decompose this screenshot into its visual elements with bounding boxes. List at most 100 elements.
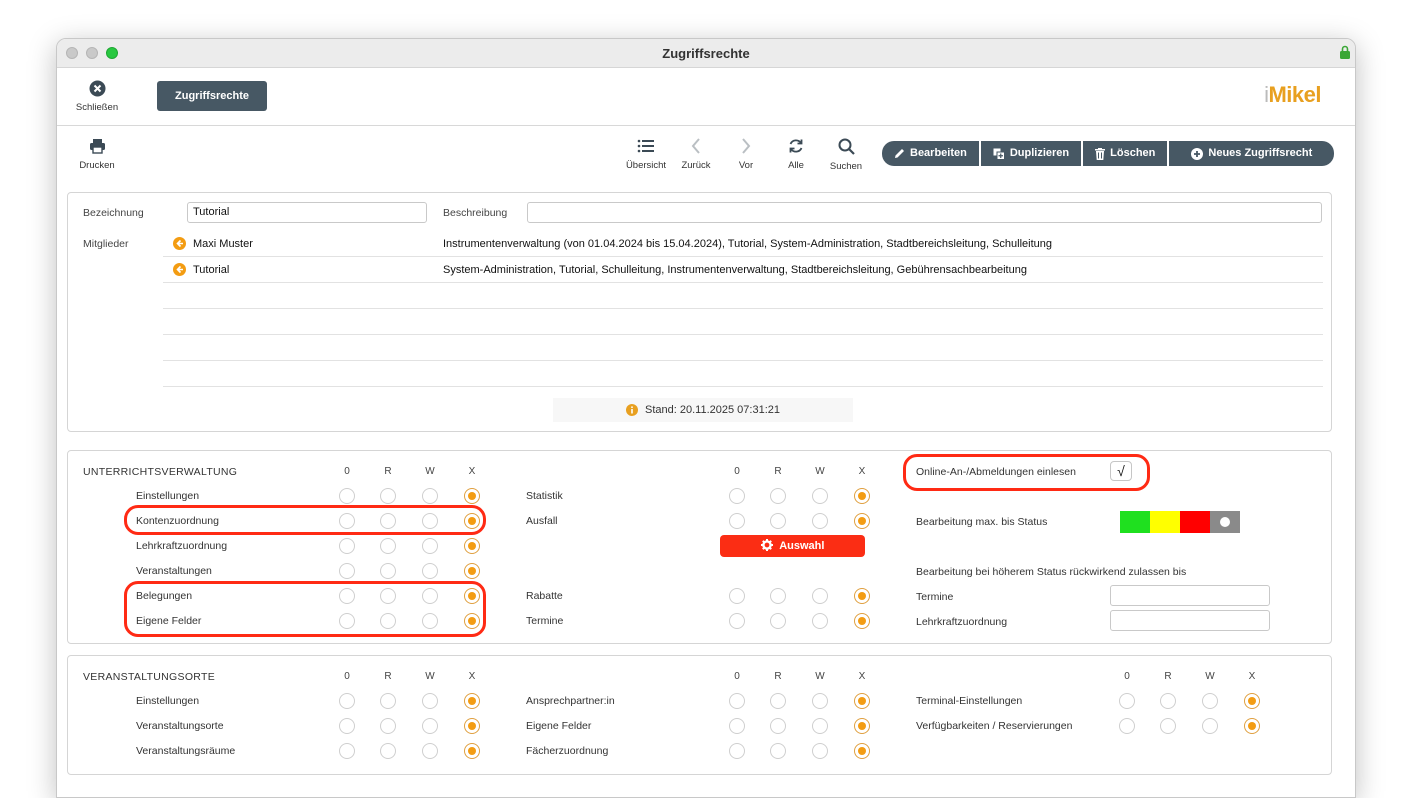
arrow-left-circle-icon[interactable]	[173, 237, 186, 250]
permission-radio-w[interactable]	[812, 588, 828, 604]
permission-radio-r[interactable]	[770, 513, 786, 529]
online-checkbox[interactable]: √	[1110, 461, 1132, 481]
permission-radio-w[interactable]	[812, 488, 828, 504]
status-gray[interactable]	[1210, 511, 1240, 533]
close-window-button[interactable]	[66, 47, 78, 59]
tab-zugriffsrechte[interactable]: Zugriffsrechte	[157, 81, 267, 111]
edit-button[interactable]: Bearbeiten	[882, 141, 979, 166]
permission-radio-w[interactable]	[422, 718, 438, 734]
status-yellow[interactable]	[1150, 511, 1180, 533]
permission-radio-w[interactable]	[812, 718, 828, 734]
maximize-window-button[interactable]	[106, 47, 118, 59]
status-green[interactable]	[1120, 511, 1150, 533]
permission-radio-0[interactable]	[339, 613, 355, 629]
permission-radio-w[interactable]	[422, 513, 438, 529]
permission-radio-x[interactable]	[464, 693, 480, 709]
back-button[interactable]: Zurück	[671, 138, 721, 171]
permission-radio-x[interactable]	[1244, 718, 1260, 734]
permission-radio-x[interactable]	[854, 718, 870, 734]
permission-radio-r[interactable]	[380, 488, 396, 504]
permission-radio-0[interactable]	[729, 743, 745, 759]
permission-radio-r[interactable]	[380, 693, 396, 709]
permission-radio-x[interactable]	[464, 488, 480, 504]
permission-radio-0[interactable]	[729, 513, 745, 529]
permission-radio-r[interactable]	[380, 513, 396, 529]
termine-input[interactable]	[1110, 585, 1270, 606]
beschreibung-input[interactable]	[527, 202, 1322, 223]
permission-radio-r[interactable]	[770, 693, 786, 709]
arrow-left-circle-icon[interactable]	[173, 263, 186, 276]
permission-radio-x[interactable]	[464, 563, 480, 579]
permission-radio-0[interactable]	[339, 743, 355, 759]
permission-radio-w[interactable]	[422, 588, 438, 604]
status-color-bar[interactable]	[1120, 511, 1240, 533]
permission-radio-x[interactable]	[854, 513, 870, 529]
permission-radio-w[interactable]	[422, 538, 438, 554]
search-button[interactable]: Suchen	[821, 138, 871, 172]
bezeichnung-input[interactable]: Tutorial	[187, 202, 427, 223]
permission-radio-w[interactable]	[422, 743, 438, 759]
permission-radio-x[interactable]	[464, 513, 480, 529]
permission-radio-x[interactable]	[464, 538, 480, 554]
permission-radio-r[interactable]	[770, 613, 786, 629]
permission-radio-r[interactable]	[380, 563, 396, 579]
permission-radio-x[interactable]	[854, 613, 870, 629]
permission-radio-x[interactable]	[464, 743, 480, 759]
permission-radio-0[interactable]	[729, 718, 745, 734]
permission-radio-0[interactable]	[1119, 718, 1135, 734]
permission-radio-x[interactable]	[854, 693, 870, 709]
permission-radio-x[interactable]	[464, 588, 480, 604]
permission-radio-x[interactable]	[854, 743, 870, 759]
permission-radio-0[interactable]	[339, 538, 355, 554]
close-button[interactable]: Schließen	[71, 80, 123, 113]
permission-radio-x[interactable]	[464, 613, 480, 629]
permission-radio-r[interactable]	[1160, 718, 1176, 734]
permission-radio-r[interactable]	[380, 718, 396, 734]
permission-radio-0[interactable]	[729, 588, 745, 604]
permission-radio-0[interactable]	[339, 513, 355, 529]
duplicate-button[interactable]: Duplizieren	[980, 141, 1082, 166]
permission-radio-w[interactable]	[812, 613, 828, 629]
lehrkraft-input[interactable]	[1110, 610, 1270, 631]
permission-radio-0[interactable]	[339, 718, 355, 734]
permission-radio-0[interactable]	[1119, 693, 1135, 709]
permission-radio-x[interactable]	[854, 488, 870, 504]
permission-radio-r[interactable]	[770, 718, 786, 734]
permission-radio-r[interactable]	[380, 613, 396, 629]
permission-radio-r[interactable]	[380, 538, 396, 554]
member-row[interactable]: Maxi Muster Instrumentenverwaltung (von …	[163, 231, 1323, 257]
permission-radio-w[interactable]	[422, 693, 438, 709]
permission-radio-w[interactable]	[422, 613, 438, 629]
all-button[interactable]: Alle	[771, 138, 821, 171]
permission-radio-r[interactable]	[770, 743, 786, 759]
permission-radio-0[interactable]	[729, 613, 745, 629]
forward-button[interactable]: Vor	[721, 138, 771, 171]
permission-radio-w[interactable]	[422, 488, 438, 504]
permission-radio-x[interactable]	[854, 588, 870, 604]
status-red[interactable]	[1180, 511, 1210, 533]
permission-radio-0[interactable]	[339, 563, 355, 579]
permission-radio-x[interactable]	[1244, 693, 1260, 709]
permission-radio-0[interactable]	[729, 488, 745, 504]
minimize-window-button[interactable]	[86, 47, 98, 59]
permission-radio-w[interactable]	[1202, 693, 1218, 709]
permission-radio-w[interactable]	[422, 563, 438, 579]
permission-radio-r[interactable]	[770, 488, 786, 504]
permission-radio-0[interactable]	[339, 588, 355, 604]
delete-button[interactable]: Löschen	[1083, 141, 1168, 166]
permission-radio-r[interactable]	[380, 588, 396, 604]
permission-radio-r[interactable]	[1160, 693, 1176, 709]
print-button[interactable]: Drucken	[71, 138, 123, 171]
permission-radio-x[interactable]	[464, 718, 480, 734]
permission-radio-w[interactable]	[1202, 718, 1218, 734]
overview-button[interactable]: Übersicht	[621, 138, 671, 171]
permission-radio-0[interactable]	[339, 693, 355, 709]
permission-radio-r[interactable]	[770, 588, 786, 604]
permission-radio-0[interactable]	[729, 693, 745, 709]
permission-radio-0[interactable]	[339, 488, 355, 504]
permission-radio-r[interactable]	[380, 743, 396, 759]
auswahl-button[interactable]: Auswahl	[720, 535, 865, 557]
permission-radio-w[interactable]	[812, 513, 828, 529]
permission-radio-w[interactable]	[812, 743, 828, 759]
permission-radio-w[interactable]	[812, 693, 828, 709]
